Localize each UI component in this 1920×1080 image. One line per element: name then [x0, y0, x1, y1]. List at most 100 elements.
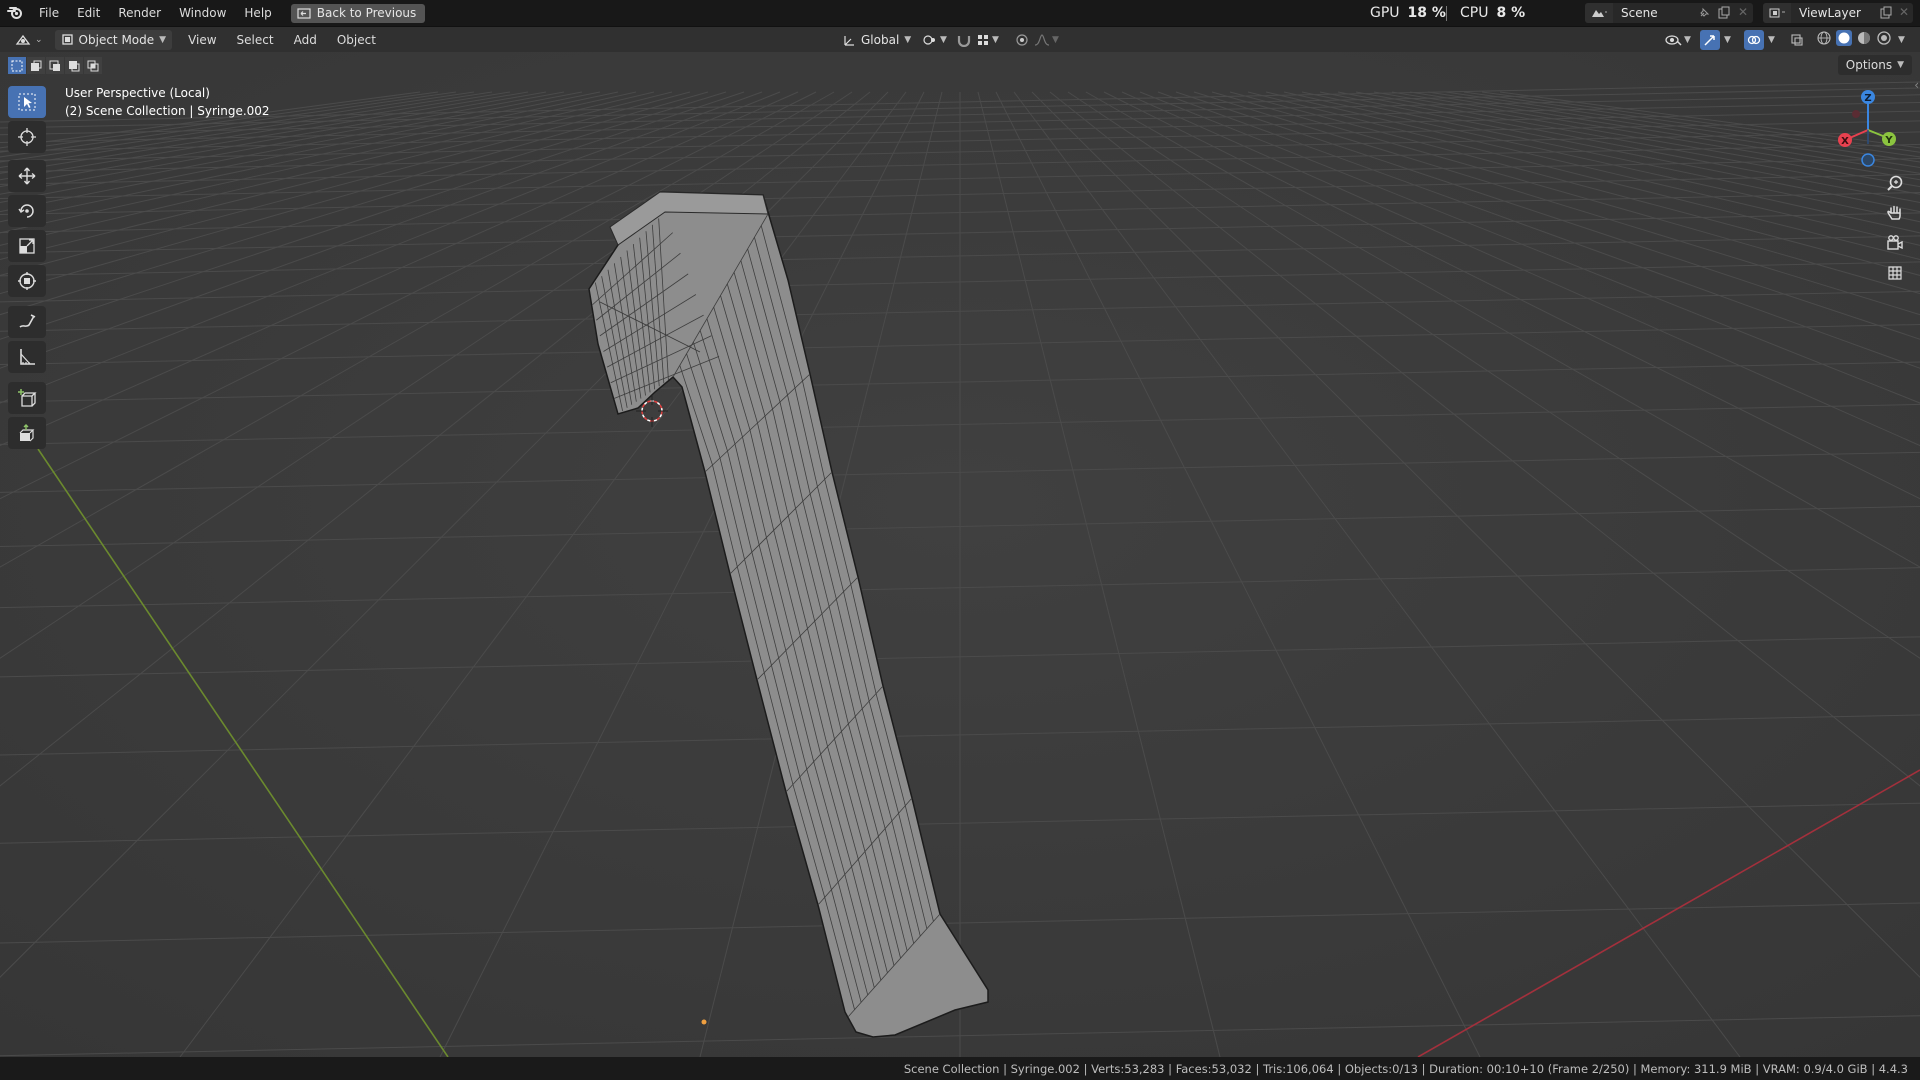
menu-render[interactable]: Render: [109, 0, 170, 26]
pivot-point-dropdown[interactable]: ▼: [922, 30, 947, 50]
screen-back-icon: [297, 7, 311, 19]
object-mode-icon: [61, 34, 73, 45]
select-new-icon[interactable]: [8, 57, 26, 74]
move-tool[interactable]: [8, 160, 46, 192]
menu-add[interactable]: Add: [284, 33, 327, 47]
snap-target-dropdown[interactable]: ▼: [976, 30, 999, 50]
menu-help[interactable]: Help: [235, 0, 280, 26]
annotate-tool[interactable]: [8, 306, 46, 338]
move-arrows-icon: [18, 167, 36, 185]
proportional-editing-toggle[interactable]: [1014, 30, 1030, 50]
gizmo-neg-z-axis[interactable]: [1861, 153, 1875, 167]
proportional-edit-icon: [1016, 33, 1028, 46]
select-subtract-icon[interactable]: [46, 57, 64, 74]
rotate-tool[interactable]: [8, 195, 46, 227]
rendered-shading-icon[interactable]: [1876, 30, 1892, 46]
gpu-value: 18 %: [1407, 5, 1446, 21]
proportional-falloff-dropdown[interactable]: ▼: [1034, 30, 1059, 50]
selectability-dropdown[interactable]: ▼: [1664, 30, 1691, 50]
measure-tool[interactable]: [8, 341, 46, 373]
magnet-icon: [957, 35, 971, 47]
gizmo-toggle[interactable]: [1700, 29, 1720, 50]
menu-edit[interactable]: Edit: [68, 0, 109, 26]
chevron-down-icon: ▼: [904, 34, 912, 45]
shading-chevron-icon[interactable]: ▼: [1898, 35, 1905, 45]
new-scene-icon[interactable]: [1717, 6, 1731, 20]
menu-object[interactable]: Object: [327, 33, 386, 47]
chevron-down-icon: ▼: [1684, 34, 1691, 45]
options-label: Options: [1845, 58, 1893, 72]
scene-name[interactable]: Scene: [1613, 6, 1658, 20]
snap-toggle[interactable]: [956, 30, 972, 50]
zoom-button[interactable]: [1880, 170, 1910, 196]
mode-dropdown[interactable]: Object Mode ▼: [54, 29, 173, 50]
scene-icon[interactable]: [1585, 3, 1613, 23]
blender-logo-icon[interactable]: [0, 0, 30, 26]
solid-shading-icon[interactable]: [1836, 30, 1852, 46]
xray-toggle[interactable]: [1790, 30, 1804, 50]
camera-view-button[interactable]: [1880, 230, 1910, 256]
camera-icon: [1887, 235, 1903, 250]
select-box-tool[interactable]: [8, 86, 46, 118]
pan-button[interactable]: [1880, 200, 1910, 226]
material-shading-icon[interactable]: [1856, 30, 1872, 46]
menu-view[interactable]: View: [178, 33, 226, 47]
scene-statistics: Scene Collection | Syringe.002 | Verts:5…: [903, 1061, 1908, 1076]
xray-icon: [1791, 33, 1803, 46]
sidebar-toggle-icon[interactable]: ‹: [1914, 78, 1919, 92]
overlays-toggle[interactable]: [1744, 29, 1764, 50]
3d-viewport-icon: [15, 34, 31, 45]
cursor-tool[interactable]: [8, 121, 46, 153]
viewport-scene: [0, 52, 1920, 1057]
annotate-pencil-icon: [19, 314, 36, 328]
object-origin-dot: [701, 1019, 707, 1025]
cpu-usage: CPU 8 %: [1460, 0, 1525, 26]
pivot-icon: [923, 34, 935, 45]
menu-select[interactable]: Select: [227, 33, 284, 47]
options-dropdown[interactable]: Options ▼: [1837, 55, 1912, 75]
top-menu-bar: File Edit Render Window Help Back to Pre…: [0, 0, 1920, 26]
back-to-previous-button[interactable]: Back to Previous: [290, 3, 426, 23]
snap-increment-icon: [978, 34, 988, 45]
menu-file[interactable]: File: [30, 0, 68, 26]
extrude-icon: [19, 424, 35, 442]
scale-tool[interactable]: [8, 230, 46, 262]
view-layer-selector[interactable]: ViewLayer ✕: [1763, 3, 1913, 23]
falloff-curve-icon: [1034, 33, 1050, 46]
wireframe-shading-icon[interactable]: [1816, 30, 1832, 46]
overlays-chevron-icon[interactable]: ▼: [1768, 35, 1775, 45]
orthographic-toggle-button[interactable]: [1880, 260, 1910, 286]
3d-viewport[interactable]: Options ▼ ‹ User Perspective (Local) (2)…: [0, 52, 1920, 1057]
gizmo-chevron-icon[interactable]: ▼: [1724, 35, 1731, 45]
extrude-tool[interactable]: [8, 417, 46, 449]
gizmo-z-label: Z: [1864, 93, 1871, 104]
gizmo-y-label: Y: [1884, 135, 1893, 146]
cpu-label: CPU: [1460, 5, 1489, 21]
transform-orientation-dropdown[interactable]: Global ▼: [836, 30, 917, 50]
cpu-value: 8 %: [1496, 5, 1526, 21]
view-layer-icon[interactable]: [1763, 3, 1791, 23]
gizmo-arrow-icon: [1704, 34, 1715, 46]
cursor-crosshair-icon: [18, 128, 36, 146]
view-layer-name[interactable]: ViewLayer: [1791, 6, 1861, 20]
add-cube-tool[interactable]: [8, 382, 46, 414]
menu-window[interactable]: Window: [170, 0, 235, 26]
close-scene-icon[interactable]: ✕: [1738, 5, 1748, 19]
chevron-down-icon: ▼: [992, 34, 999, 45]
gizmo-neg-x-axis[interactable]: [1852, 110, 1860, 118]
editor-type-selector[interactable]: ⌄: [10, 30, 47, 50]
navigation-gizmo[interactable]: Z X Y: [1828, 82, 1908, 172]
select-extend-icon[interactable]: [27, 57, 45, 74]
collection-info-label: (2) Scene Collection | Syringe.002: [65, 104, 270, 118]
transform-tool[interactable]: [8, 265, 46, 297]
back-to-previous-label: Back to Previous: [316, 6, 417, 20]
selection-mode-buttons: [8, 57, 102, 74]
scene-selector[interactable]: Scene ✕: [1585, 3, 1753, 23]
select-intersect-icon[interactable]: [84, 57, 102, 74]
gpu-label: GPU: [1370, 5, 1400, 21]
new-view-layer-icon[interactable]: [1879, 6, 1893, 20]
close-view-layer-icon[interactable]: ✕: [1899, 5, 1909, 19]
pin-icon[interactable]: [1698, 7, 1710, 19]
transform-icon: [18, 272, 36, 290]
select-invert-icon[interactable]: [65, 57, 83, 74]
